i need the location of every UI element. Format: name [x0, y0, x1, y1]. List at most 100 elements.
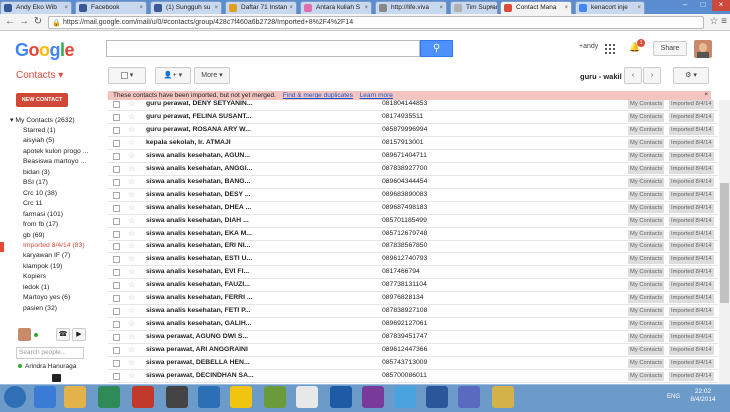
- table-row[interactable]: ☆ siswa analis kesehatan, DHEA ... 0896874…: [108, 202, 718, 215]
- chat-search-input[interactable]: Search people...: [16, 347, 84, 359]
- table-row[interactable]: ☆ siswa analis kesehatan, ERI NI... 087838…: [108, 240, 718, 253]
- browser-tab[interactable]: kenacort inje ×: [575, 1, 645, 14]
- star-icon[interactable]: ☆: [128, 253, 135, 265]
- tab-close-icon[interactable]: ×: [139, 2, 143, 14]
- forward-icon[interactable]: →: [18, 16, 30, 28]
- status-dot-icon[interactable]: [34, 333, 38, 337]
- row-checkbox[interactable]: [113, 192, 120, 199]
- tab-close-icon[interactable]: ×: [637, 2, 641, 14]
- app-icon-green[interactable]: [264, 386, 286, 408]
- star-icon[interactable]: ☆: [128, 176, 135, 188]
- star-icon[interactable]: ☆: [128, 215, 135, 227]
- learn-more-link[interactable]: Learn more: [360, 92, 393, 99]
- row-checkbox[interactable]: [113, 308, 120, 315]
- tab-close-icon[interactable]: ×: [64, 2, 68, 14]
- help-icon[interactable]: [166, 386, 188, 408]
- contact-name[interactable]: siswa analis kesehatan, FAUZI...: [146, 279, 296, 291]
- row-checkbox[interactable]: [113, 334, 120, 341]
- table-row[interactable]: ☆ siswa analis kesehatan, DESY ... 0896838…: [108, 189, 718, 202]
- star-icon[interactable]: ☆: [128, 124, 135, 136]
- search-button[interactable]: ⚲: [420, 40, 453, 57]
- chrome-icon[interactable]: [296, 386, 318, 408]
- contact-name[interactable]: siswa perawat, ARI ANGGRAINI: [146, 344, 296, 356]
- sidebar-item[interactable]: gb (69): [23, 232, 45, 239]
- contact-name[interactable]: siswa perawat, DEBELLA HEN...: [146, 357, 296, 369]
- contact-name[interactable]: siswa analis kesehatan, EKA M...: [146, 228, 296, 240]
- table-row[interactable]: ☆ siswa analis kesehatan, ESTI U... 089612…: [108, 253, 718, 266]
- row-checkbox[interactable]: [113, 218, 120, 225]
- settings-gear-icon[interactable]: ⚙ ▾: [673, 67, 709, 84]
- row-checkbox[interactable]: [113, 243, 120, 250]
- star-icon[interactable]: ☆: [128, 240, 135, 252]
- google-logo[interactable]: Google: [15, 40, 75, 61]
- close-window-button[interactable]: ×: [712, 0, 730, 11]
- table-row[interactable]: ☆ siswa perawat, ARI ANGGRAINI 08961244736…: [108, 344, 718, 357]
- search-input[interactable]: [106, 40, 420, 57]
- contact-name[interactable]: siswa analis kesehatan, FETI P...: [146, 305, 296, 317]
- sidebar-item[interactable]: karyawan IF (7): [23, 252, 70, 259]
- star-icon[interactable]: ☆: [128, 111, 135, 123]
- start-button-icon[interactable]: [4, 386, 26, 408]
- row-checkbox[interactable]: [113, 114, 120, 121]
- maximize-button[interactable]: □: [694, 0, 712, 11]
- contacts-menu-title[interactable]: Contacts ▾: [16, 70, 63, 81]
- tab-close-icon[interactable]: ×: [490, 2, 494, 14]
- contact-name[interactable]: guru perawat, ROSANA ARY W...: [146, 124, 296, 136]
- table-row[interactable]: ☆ siswa analis kesehatan, BANG... 08960434…: [108, 176, 718, 189]
- star-icon[interactable]: ☆: [128, 331, 135, 343]
- globe-icon[interactable]: [230, 386, 252, 408]
- contact-name[interactable]: siswa perawat, AGUNG DWI S...: [146, 331, 296, 343]
- sidebar-item[interactable]: Crc 10 (38): [23, 190, 57, 197]
- table-row[interactable]: ☆ siswa analis kesehatan, FAUZI... 0877381…: [108, 279, 718, 292]
- sidebar-item[interactable]: Imported 8/4/14 (83): [23, 242, 85, 249]
- table-row[interactable]: ☆ siswa analis kesehatan, DIAH ... 0857011…: [108, 215, 718, 228]
- url-field[interactable]: 🔒 https://mail.google.com/mail/u/0/#cont…: [48, 16, 704, 29]
- scrollbar-thumb[interactable]: [720, 183, 729, 303]
- table-row[interactable]: ☆ siswa analis kesehatan, FERRI ... 089768…: [108, 292, 718, 305]
- browser-tab[interactable]: http://life.viva ×: [375, 1, 447, 14]
- browser-tab[interactable]: Andy Eko Wib ×: [0, 1, 72, 14]
- row-checkbox[interactable]: [113, 140, 120, 147]
- star-icon[interactable]: ☆: [128, 292, 135, 304]
- star-icon[interactable]: ☆: [128, 150, 135, 162]
- contact-name[interactable]: kepala sekolah, Ir. ATMAJI: [146, 137, 296, 149]
- sidebar-item[interactable]: ledok (1): [23, 284, 49, 291]
- row-checkbox[interactable]: [113, 153, 120, 160]
- tab-close-icon[interactable]: ×: [289, 2, 293, 14]
- table-row[interactable]: ☆ guru perawat, DENY SETYANIN... 081804144…: [108, 100, 718, 111]
- row-checkbox[interactable]: [113, 347, 120, 354]
- contact-name[interactable]: siswa perawat, DECINDHAN SA...: [146, 370, 296, 382]
- account-avatar[interactable]: [694, 40, 712, 58]
- minimize-button[interactable]: –: [676, 0, 694, 11]
- row-checkbox[interactable]: [113, 256, 120, 263]
- contact-name[interactable]: siswa analis kesehatan, FERRI ...: [146, 292, 296, 304]
- row-checkbox[interactable]: [113, 321, 120, 328]
- chat-contact[interactable]: Arindra Hanuraga: [18, 363, 76, 370]
- star-icon[interactable]: ☆: [128, 318, 135, 330]
- user-plus-link[interactable]: +andy: [579, 43, 598, 50]
- sidebar-item[interactable]: Martoyo yes (6): [23, 294, 70, 301]
- select-all-checkbox[interactable]: ▾: [108, 67, 146, 84]
- row-checkbox[interactable]: [113, 205, 120, 212]
- contact-name[interactable]: siswa analis kesehatan, ERI NI...: [146, 240, 296, 252]
- star-icon[interactable]: ☆: [128, 370, 135, 382]
- more-button[interactable]: More ▾: [194, 67, 230, 84]
- word-icon[interactable]: [426, 386, 448, 408]
- sidebar-item[interactable]: Crc 11: [23, 200, 43, 207]
- contact-name[interactable]: siswa analis kesehatan, DHEA ...: [146, 202, 296, 214]
- contact-name[interactable]: siswa analis kesehatan, ANGGI...: [146, 163, 296, 175]
- table-row[interactable]: ☆ guru perawat, FELINA SUSANT... 081749355…: [108, 111, 718, 124]
- contact-name[interactable]: siswa analis kesehatan, BANG...: [146, 176, 296, 188]
- chat-avatar[interactable]: [18, 328, 31, 341]
- sidebar-item[interactable]: pasien (32): [23, 305, 57, 312]
- share-button[interactable]: Share: [653, 41, 687, 56]
- browser-tab[interactable]: Contact Mana ×: [500, 1, 572, 14]
- table-row[interactable]: ☆ siswa perawat, DECINDHAN SA... 085700086…: [108, 370, 718, 383]
- star-icon[interactable]: ☆: [128, 344, 135, 356]
- app-icon-light[interactable]: [394, 386, 416, 408]
- table-row[interactable]: ☆ siswa analis kesehatan, GALIH... 0896921…: [108, 318, 718, 331]
- tab-close-icon[interactable]: ×: [564, 2, 568, 14]
- new-contact-button[interactable]: NEW CONTACT: [16, 93, 68, 107]
- phone-icon[interactable]: ☎: [56, 328, 70, 341]
- app-icon-red[interactable]: [132, 386, 154, 408]
